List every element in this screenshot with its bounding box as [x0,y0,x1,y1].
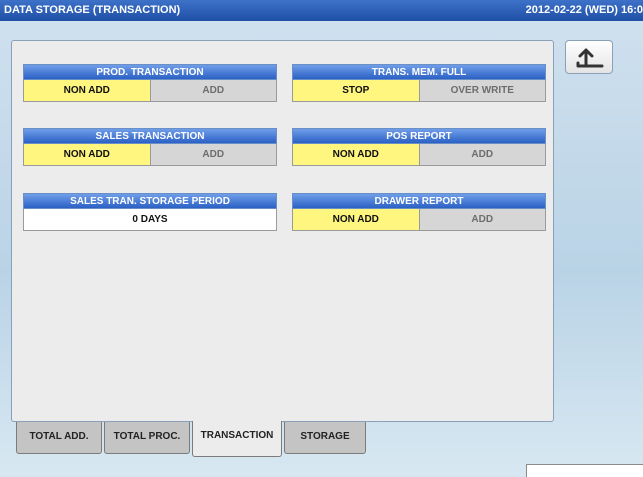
option-stop[interactable]: STOP [293,80,419,101]
tab-total-proc[interactable]: TOTAL PROC. [104,422,190,454]
storage-period-value[interactable]: 0 DAYS [23,209,277,231]
option-non-add[interactable]: NON ADD [24,80,150,101]
group-header: PROD. TRANSACTION [23,64,277,80]
settings-panel: PROD. TRANSACTION NON ADD ADD SALES TRAN… [11,40,554,422]
option-row: NON ADD ADD [23,80,277,102]
tab-storage[interactable]: STORAGE [284,422,366,454]
prod-transaction-group: PROD. TRANSACTION NON ADD ADD [23,64,277,102]
option-row: NON ADD ADD [292,209,546,231]
group-header: TRANS. MEM. FULL [292,64,546,80]
sales-transaction-group: SALES TRANSACTION NON ADD ADD [23,128,277,166]
option-non-add[interactable]: NON ADD [293,144,419,165]
group-header: SALES TRANSACTION [23,128,277,144]
trans-mem-full-group: TRANS. MEM. FULL STOP OVER WRITE [292,64,546,102]
status-box [526,464,643,477]
option-row: NON ADD ADD [23,144,277,166]
pos-report-group: POS REPORT NON ADD ADD [292,128,546,166]
option-row: STOP OVER WRITE [292,80,546,102]
option-row: NON ADD ADD [292,144,546,166]
storage-period-group: SALES TRAN. STORAGE PERIOD 0 DAYS [23,193,277,231]
group-header: SALES TRAN. STORAGE PERIOD [23,193,277,209]
option-over-write[interactable]: OVER WRITE [418,80,545,101]
tab-total-add[interactable]: TOTAL ADD. [16,422,102,454]
group-header: DRAWER REPORT [292,193,546,209]
option-non-add[interactable]: NON ADD [293,209,419,230]
option-add[interactable]: ADD [418,209,545,230]
option-add[interactable]: ADD [418,144,545,165]
option-add[interactable]: ADD [149,80,276,101]
window-title: DATA STORAGE (TRANSACTION) [4,4,181,16]
drawer-report-group: DRAWER REPORT NON ADD ADD [292,193,546,231]
return-arrow-icon [576,48,604,68]
datetime-display: 2012-02-22 (WED) 16:0 [525,4,643,16]
title-bar: DATA STORAGE (TRANSACTION) 2012-02-22 (W… [0,0,643,21]
tab-transaction[interactable]: TRANSACTION [192,421,282,457]
option-non-add[interactable]: NON ADD [24,144,150,165]
option-add[interactable]: ADD [149,144,276,165]
group-header: POS REPORT [292,128,546,144]
back-button[interactable] [565,40,613,74]
